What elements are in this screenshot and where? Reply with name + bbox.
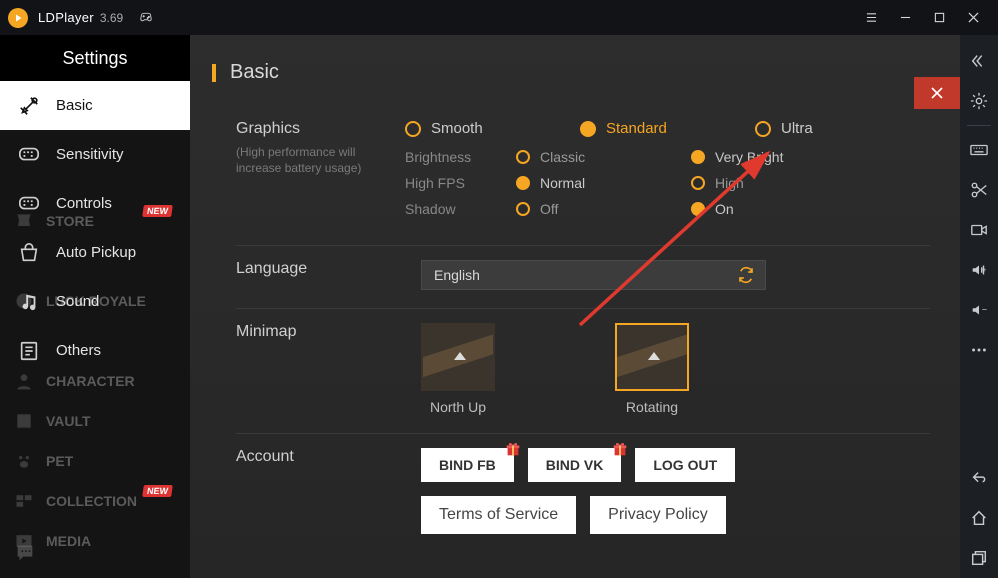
- gift-icon: [611, 440, 629, 458]
- minimap-option[interactable]: Rotating: [615, 323, 689, 415]
- minimize-icon[interactable]: [888, 0, 922, 35]
- language-section: Language English: [236, 246, 930, 309]
- svg-text:+: +: [982, 266, 987, 275]
- ldplayer-logo-icon: [8, 8, 28, 28]
- home-icon[interactable]: [960, 498, 998, 538]
- sub-label: Brightness: [405, 149, 500, 165]
- hamburger-icon[interactable]: [854, 0, 888, 35]
- radio-icon: [516, 176, 530, 190]
- language-label: Language: [236, 260, 421, 290]
- account-section: Account BIND FB BIND VK LOG OUT Terms of S…: [236, 434, 930, 566]
- language-select[interactable]: English: [421, 260, 766, 290]
- sidebar: Settings STORENEW LUCK ROYALE CHARACTER …: [0, 35, 190, 578]
- minimap-label: Minimap: [236, 323, 421, 415]
- scissors-icon[interactable]: [960, 170, 998, 210]
- gear-icon[interactable]: [960, 81, 998, 121]
- volume-up-icon[interactable]: +: [960, 250, 998, 290]
- nav-label: Auto Pickup: [56, 244, 136, 261]
- minimap-option[interactable]: North Up: [421, 323, 495, 415]
- minimap-thumb: [615, 323, 689, 391]
- sub-option[interactable]: On: [691, 201, 866, 217]
- bg-coll: COLLECTIONNEW: [0, 481, 190, 521]
- volume-down-icon[interactable]: −: [960, 290, 998, 330]
- gift-icon: [504, 440, 522, 458]
- nav-sound[interactable]: Sound: [0, 277, 190, 326]
- keyboard-icon[interactable]: [960, 130, 998, 170]
- nav-basic[interactable]: Basic: [0, 81, 190, 130]
- settings-header: Settings: [0, 35, 190, 81]
- sub-label: Shadow: [405, 201, 500, 217]
- radio-icon: [691, 202, 705, 216]
- main-panel: Basic Graphics (High performance will in…: [190, 35, 960, 578]
- graphics-mode-standard[interactable]: Standard: [580, 120, 755, 137]
- sub-label: High FPS: [405, 175, 500, 191]
- gamepad-icon[interactable]: [135, 7, 157, 29]
- sync-icon[interactable]: [737, 266, 755, 287]
- nav-label: Sound: [56, 293, 99, 310]
- bg-pet: PET: [0, 441, 190, 481]
- titlebar: LDPlayer 3.69: [0, 0, 998, 35]
- bg-vault: VAULT: [0, 401, 190, 441]
- graphics-label: Graphics: [236, 120, 300, 137]
- radio-icon: [405, 121, 421, 137]
- radio-icon: [691, 150, 705, 164]
- right-toolbar: + −: [960, 35, 998, 578]
- nav-autopickup[interactable]: Auto Pickup: [0, 228, 190, 277]
- nav-label: Controls: [56, 195, 112, 212]
- maximize-icon[interactable]: [922, 0, 956, 35]
- nav-controls[interactable]: Controls: [0, 179, 190, 228]
- minimap-section: Minimap North Up Rotating: [236, 309, 930, 434]
- svg-text:−: −: [982, 305, 987, 315]
- account-bind-fb-button[interactable]: BIND FB: [421, 448, 514, 482]
- panel-title: Basic: [236, 61, 930, 84]
- graphics-hint: (High performance will increase battery …: [236, 144, 396, 176]
- radio-icon: [516, 150, 530, 164]
- more-icon[interactable]: [960, 330, 998, 370]
- graphics-mode-ultra[interactable]: Ultra: [755, 120, 930, 137]
- sub-option[interactable]: Very Bright: [691, 149, 866, 165]
- collapse-icon[interactable]: [960, 41, 998, 81]
- nav-others[interactable]: Others: [0, 326, 190, 375]
- account-link-button[interactable]: Privacy Policy: [590, 496, 726, 534]
- sub-option[interactable]: Off: [516, 201, 691, 217]
- minimap-thumb: [421, 323, 495, 391]
- multitask-icon[interactable]: [960, 538, 998, 578]
- sub-option[interactable]: Classic: [516, 149, 691, 165]
- radio-icon: [755, 121, 771, 137]
- radio-icon: [580, 121, 596, 137]
- graphics-section: Graphics (High performance will increase…: [236, 106, 930, 246]
- close-icon[interactable]: [956, 0, 990, 35]
- account-link-button[interactable]: Terms of Service: [421, 496, 576, 534]
- account-log-out-button[interactable]: LOG OUT: [635, 448, 735, 482]
- back-icon[interactable]: [960, 458, 998, 498]
- sub-option[interactable]: High: [691, 175, 866, 191]
- account-label: Account: [236, 448, 421, 548]
- app-name: LDPlayer: [38, 10, 94, 25]
- sub-option[interactable]: Normal: [516, 175, 691, 191]
- nav-label: Sensitivity: [56, 146, 124, 163]
- chat-icon[interactable]: [14, 542, 36, 564]
- radio-icon: [691, 176, 705, 190]
- record-icon[interactable]: [960, 210, 998, 250]
- graphics-mode-smooth[interactable]: Smooth: [405, 120, 580, 137]
- account-bind-vk-button[interactable]: BIND VK: [528, 448, 622, 482]
- app-version: 3.69: [100, 11, 123, 25]
- nav-label: Others: [56, 342, 101, 359]
- nav-sensitivity[interactable]: Sensitivity: [0, 130, 190, 179]
- language-value: English: [434, 267, 480, 283]
- radio-icon: [516, 202, 530, 216]
- nav-label: Basic: [56, 97, 93, 114]
